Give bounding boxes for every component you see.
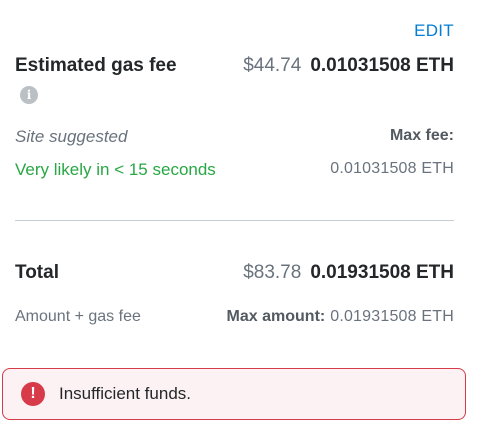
info-icon[interactable]: i: [20, 86, 38, 104]
edit-button[interactable]: EDIT: [414, 21, 454, 41]
site-suggested-label: Site suggested: [15, 127, 128, 146]
insufficient-funds-alert: ! Insufficient funds.: [2, 368, 466, 420]
total-fiat: $83.78: [243, 262, 302, 283]
total-row: Total $83.78 0.01931508 ETH: [15, 262, 454, 284]
max-fee-label: Max fee:: [389, 127, 454, 144]
amount-plus-gas-label: Amount + gas fee: [15, 308, 141, 325]
alert-message: Insufficient funds.: [59, 384, 191, 403]
likelihood-row: Very likely in < 15 seconds 0.01031508 E…: [15, 160, 454, 180]
estimated-gas-fee-row: Estimated gas fee $44.74 0.01031508 ETH: [15, 55, 454, 77]
total-title: Total: [15, 262, 59, 283]
gas-fee-title: Estimated gas fee: [15, 55, 177, 76]
gas-fee-fiat: $44.74: [243, 55, 302, 76]
total-eth: 0.01931508 ETH: [310, 262, 454, 283]
gas-fee-eth: 0.01031508 ETH: [310, 55, 454, 76]
likelihood-text: Very likely in < 15 seconds: [15, 160, 216, 179]
max-amount-label: Max amount:: [226, 308, 326, 325]
divider: [15, 220, 454, 221]
max-fee-value: 0.01031508 ETH: [330, 160, 454, 177]
exclamation-icon: !: [21, 382, 45, 406]
suggestion-row: Site suggested Max fee:: [15, 127, 454, 147]
total-detail-row: Amount + gas fee Max amount: 0.01931508 …: [15, 308, 454, 326]
max-amount-value: 0.01931508 ETH: [330, 308, 454, 325]
